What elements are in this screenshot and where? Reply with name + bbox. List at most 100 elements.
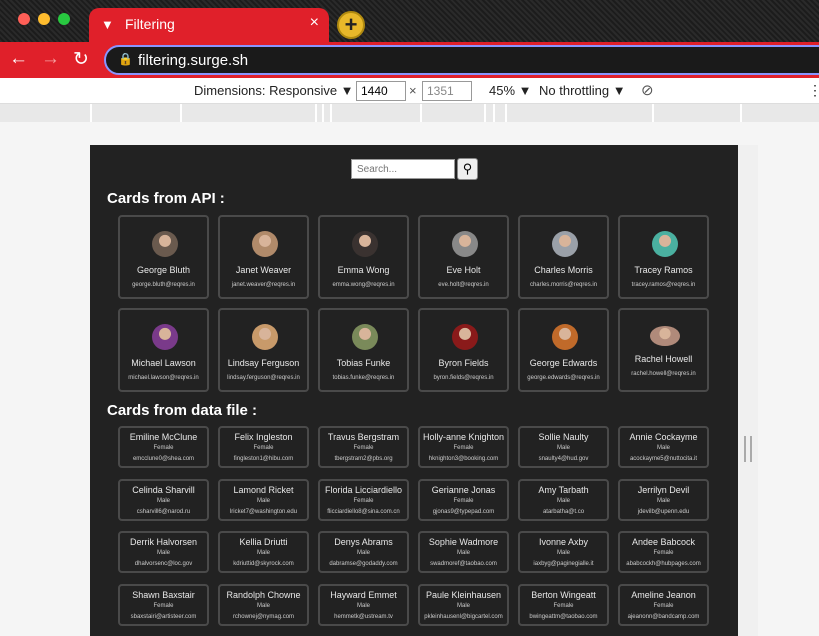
zoom-dropdown[interactable]: 45% ▼ xyxy=(489,83,532,98)
file-card[interactable]: Denys Abrams Male dabramse@godaddy.com xyxy=(318,531,409,573)
api-card[interactable]: Rachel Howell rachel.howell@reqres.in xyxy=(618,308,709,392)
file-card[interactable]: Lamond Ricket Male lricket7@washington.edu xyxy=(218,478,309,521)
rotate-icon[interactable]: ⊘ xyxy=(641,81,654,99)
file-card[interactable]: Andee Babcock Female ababcockh@hubpages.co… xyxy=(618,531,709,573)
height-input[interactable] xyxy=(422,81,472,101)
card-email: rachel.howell@reqres.in xyxy=(631,371,696,377)
width-input[interactable] xyxy=(356,81,406,101)
card-email: lricket7@washington.edu xyxy=(229,508,298,515)
card-email: george.edwards@reqres.in xyxy=(527,375,600,381)
card-gender: Male xyxy=(456,602,470,609)
card-name: Berton Wingeatt xyxy=(531,589,596,600)
file-card[interactable]: Amy Tarbath Male atarbatha@t.co xyxy=(518,478,609,521)
card-email: michael.lawson@reqres.in xyxy=(128,375,199,381)
search-input[interactable] xyxy=(351,159,455,179)
favicon-icon: ▼ xyxy=(101,17,114,32)
card-name: Shawn Baxstair xyxy=(132,589,195,600)
file-card[interactable]: Felix Ingleston Female fingleston1@hibu.co… xyxy=(218,426,309,468)
card-name: Andee Babcock xyxy=(631,537,696,547)
file-card[interactable]: Florida Licciardiello Female flicciardiell… xyxy=(318,478,409,521)
api-card[interactable]: Janet Weaver janet.weaver@reqres.in xyxy=(218,215,309,299)
page-gutter xyxy=(738,145,758,636)
dimensions-dropdown[interactable]: Dimensions: Responsive ▼ xyxy=(194,83,354,98)
file-card[interactable]: Sollie Naulty Male snaulty4@hud.gov xyxy=(518,426,609,468)
api-card[interactable]: Michael Lawson michael.lawson@reqres.in xyxy=(118,308,209,392)
new-tab-button[interactable]: + xyxy=(337,11,365,39)
file-card[interactable]: Emiline McClune Female emcclune0@shea.com xyxy=(118,426,209,468)
api-card[interactable]: Tobias Funke tobias.funke@reqres.in xyxy=(318,308,409,392)
avatar xyxy=(252,231,278,257)
card-name: Travus Bergstram xyxy=(327,432,400,442)
file-card[interactable]: Hayward Emmet Male hemmetk@ustream.tv xyxy=(318,583,409,626)
api-card[interactable]: Emma Wong emma.wong@reqres.in xyxy=(318,215,409,299)
card-email: jdevilb@upenn.edu xyxy=(637,508,690,515)
api-card[interactable]: Byron Fields byron.fields@reqres.in xyxy=(418,308,509,392)
zoom-window-button[interactable] xyxy=(58,13,70,25)
browser-tab[interactable]: ▼ Filtering × xyxy=(89,8,329,42)
file-card[interactable]: Randolph Chowne Male rchownej@nymag.com xyxy=(218,583,309,626)
card-email: hemmetk@ustream.tv xyxy=(334,613,393,620)
card-email: atarbatha@t.co xyxy=(542,508,585,515)
card-email: ajeanonn@bandcamp.com xyxy=(627,613,700,620)
card-gender: Male xyxy=(156,497,170,504)
card-name: Ivonne Axby xyxy=(538,537,589,547)
tab-close-icon[interactable]: × xyxy=(310,14,319,32)
card-gender: Male xyxy=(156,550,170,556)
api-card[interactable]: George Bluth george.bluth@reqres.in xyxy=(118,215,209,299)
address-bar[interactable]: 🔒 filtering.surge.sh xyxy=(104,45,819,75)
file-card[interactable]: Ivonne Axby Male iaxbyg@paginegialle.it xyxy=(518,531,609,573)
card-name: Byron Fields xyxy=(438,358,489,368)
file-card[interactable]: Gerianne Jonas Female gjonas9@typepad.com xyxy=(418,478,509,521)
card-email: swadmoref@taobao.com xyxy=(430,561,497,567)
filter-icon[interactable]: ⚲ xyxy=(457,158,478,180)
avatar xyxy=(252,324,278,350)
file-card[interactable]: Kellia Driutti Male kdriuttid@skyrock.com xyxy=(218,531,309,573)
close-window-button[interactable] xyxy=(18,13,30,25)
card-name: Lindsay Ferguson xyxy=(227,358,300,368)
file-card[interactable]: Derrik Halvorsen Male dhalvorsenc@loc.gov xyxy=(118,531,209,573)
card-email: byron.fields@reqres.in xyxy=(433,375,494,381)
card-name: Hayward Emmet xyxy=(330,589,397,600)
avatar xyxy=(652,231,678,257)
api-cards-heading: Cards from API : xyxy=(107,190,225,207)
card-gender: Male xyxy=(556,497,570,504)
card-gender: Male xyxy=(256,497,270,504)
card-name: Ameline Jeanon xyxy=(631,589,696,600)
card-name: Randolph Chowne xyxy=(226,589,301,600)
card-gender: Male xyxy=(656,445,670,451)
card-email: george.bluth@reqres.in xyxy=(132,282,195,288)
media-query-ruler xyxy=(0,104,819,122)
file-card[interactable]: Paule Kleinhausen Male pkleinhausenl@bigca… xyxy=(418,583,509,626)
minimize-window-button[interactable] xyxy=(38,13,50,25)
file-card[interactable]: Berton Wingeatt Female bwingeattm@taobao.c… xyxy=(518,583,609,626)
file-card[interactable]: Holly-anne Knighton Female hknighton3@book… xyxy=(418,426,509,468)
file-card[interactable]: Annie Cockayme Male acockayme5@nuttocita.i… xyxy=(618,426,709,468)
api-card[interactable]: Charles Morris charles.morris@reqres.in xyxy=(518,215,609,299)
file-card[interactable]: Jerrilyn Devil Male jdevilb@upenn.edu xyxy=(618,478,709,521)
file-card[interactable]: Shawn Baxstair Female sbaxstairi@artisteer… xyxy=(118,583,209,626)
card-gender: Male xyxy=(356,550,370,556)
back-icon[interactable]: ← xyxy=(9,48,28,70)
card-email: charles.morris@reqres.in xyxy=(529,282,598,288)
avatar xyxy=(352,324,378,350)
file-card[interactable]: Sophie Wadmore Male swadmoref@taobao.com xyxy=(418,531,509,573)
throttling-dropdown[interactable]: No throttling ▼ xyxy=(539,83,626,98)
card-name: George Edwards xyxy=(529,358,598,368)
forward-icon[interactable]: → xyxy=(41,48,60,70)
card-email: csharvill6@narod.ru xyxy=(136,508,191,515)
resize-handle[interactable] xyxy=(744,436,752,462)
more-options-icon[interactable]: ⋮ xyxy=(808,82,819,99)
file-card[interactable]: Ameline Jeanon Female ajeanonn@bandcamp.co… xyxy=(618,583,709,626)
avatar xyxy=(452,324,478,350)
api-card[interactable]: George Edwards george.edwards@reqres.in xyxy=(518,308,609,392)
reload-icon[interactable]: ↻ xyxy=(73,48,89,71)
api-card[interactable]: Eve Holt eve.holt@reqres.in xyxy=(418,215,509,299)
file-card[interactable]: Celinda Sharvill Male csharvill6@narod.ru xyxy=(118,478,209,521)
card-name: Tracey Ramos xyxy=(634,265,693,275)
api-card[interactable]: Tracey Ramos tracey.ramos@reqres.in xyxy=(618,215,709,299)
file-card[interactable]: Travus Bergstram Female tbergstram2@pbs.or… xyxy=(318,426,409,468)
avatar xyxy=(452,231,478,257)
url-text: filtering.surge.sh xyxy=(138,52,249,69)
avatar xyxy=(152,231,178,257)
api-card[interactable]: Lindsay Ferguson lindsay.ferguson@reqres.… xyxy=(218,308,309,392)
